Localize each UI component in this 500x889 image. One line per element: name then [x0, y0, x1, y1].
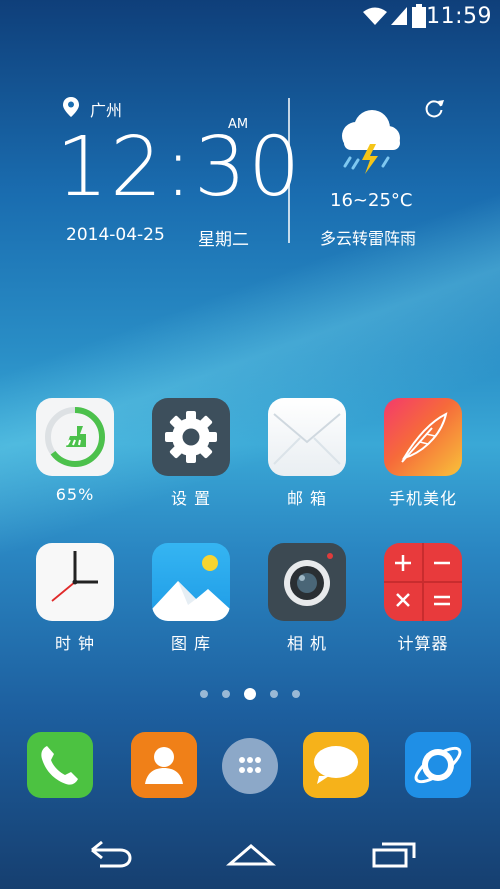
app-theme[interactable]: 手机美化 — [373, 398, 473, 509]
app-clock[interactable]: 时 钟 — [25, 543, 125, 654]
battery-icon — [412, 4, 426, 28]
gallery-icon — [152, 543, 230, 621]
clock-icon — [36, 543, 114, 621]
app-label: 邮 箱 — [286, 489, 328, 508]
app-label: 设 置 — [170, 489, 212, 508]
weekday-label: 星期二 — [198, 230, 249, 250]
app-label: 时 钟 — [54, 634, 96, 653]
page-dot[interactable] — [200, 690, 208, 698]
refresh-icon[interactable] — [422, 96, 446, 120]
thunderstorm-icon[interactable] — [330, 104, 408, 182]
mail-envelope-icon — [268, 398, 346, 476]
widget-divider — [288, 98, 290, 243]
back-icon[interactable] — [86, 836, 132, 872]
app-label: 相 机 — [286, 634, 328, 653]
camera-icon — [268, 543, 346, 621]
date-label: 2014-04-25 — [66, 225, 165, 245]
wifi-icon — [363, 7, 387, 25]
app-label: 计算器 — [397, 634, 449, 653]
page-dot[interactable] — [292, 690, 300, 698]
weather-description: 多云转雷阵雨 — [320, 229, 417, 248]
app-drawer-icon[interactable] — [222, 738, 278, 794]
app-label: 手机美化 — [388, 489, 457, 508]
app-mail[interactable]: 邮 箱 — [257, 398, 357, 509]
calculator-icon — [384, 543, 462, 621]
signal-icon — [391, 7, 407, 25]
app-cleaner[interactable]: 65% — [25, 398, 125, 504]
city-label: 广州 — [90, 101, 123, 120]
status-bar: 11:59 — [0, 0, 500, 36]
app-camera[interactable]: 相 机 — [257, 543, 357, 654]
home-icon[interactable] — [226, 836, 276, 872]
status-time: 11:59 — [426, 4, 492, 29]
feather-theme-icon — [384, 398, 462, 476]
messages-icon[interactable] — [303, 732, 369, 798]
app-label: 图 库 — [170, 634, 212, 653]
page-dot-active[interactable] — [244, 688, 256, 700]
clock-time[interactable]: 12:30 — [56, 120, 302, 215]
temperature-label: 16~25°C — [330, 190, 413, 211]
page-dot[interactable] — [222, 690, 230, 698]
contacts-icon[interactable] — [131, 732, 197, 798]
app-gallery[interactable]: 图 库 — [141, 543, 241, 654]
page-indicator[interactable] — [0, 687, 500, 701]
app-settings[interactable]: 设 置 — [141, 398, 241, 509]
app-calculator[interactable]: 计算器 — [373, 543, 473, 654]
location-icon — [63, 97, 79, 117]
app-label: 65% — [55, 485, 95, 504]
recents-icon[interactable] — [370, 836, 418, 872]
phone-icon[interactable] — [27, 732, 93, 798]
page-dot[interactable] — [270, 690, 278, 698]
cleaner-icon — [36, 398, 114, 476]
settings-gear-icon — [152, 398, 230, 476]
browser-icon[interactable] — [405, 732, 471, 798]
